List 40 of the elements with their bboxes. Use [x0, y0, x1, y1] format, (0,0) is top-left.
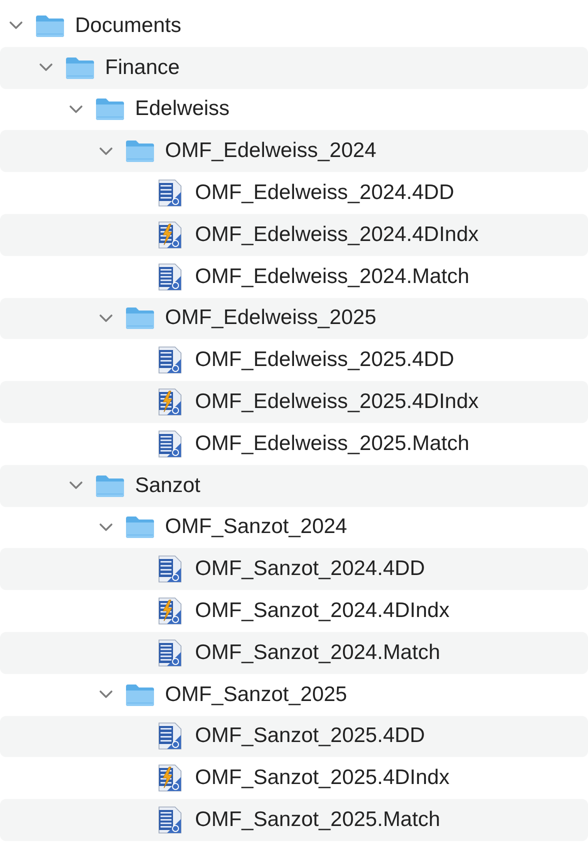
chevron-down-icon[interactable] [39, 63, 53, 72]
document-icon [157, 430, 183, 458]
folder-name[interactable]: OMF_Sanzot_2024 [165, 515, 348, 540]
folder-icon [125, 306, 155, 330]
chevron-down-icon[interactable] [99, 314, 113, 323]
file-name[interactable]: OMF_Sanzot_2025.4DIndx [195, 766, 450, 790]
folder-icon [125, 139, 155, 164]
folder-name[interactable]: Documents [75, 14, 182, 38]
document-icon [157, 597, 183, 626]
chevron-down-icon[interactable] [99, 690, 113, 700]
file-name[interactable]: OMF_Edelweiss_2024.Match [195, 264, 470, 289]
chevron-down-icon[interactable] [69, 481, 83, 490]
file-name[interactable]: OMF_Edelweiss_2025.4DD [195, 348, 454, 372]
chevron-down-icon[interactable] [99, 146, 113, 156]
file-name[interactable]: OMF_Sanzot_2024.4DIndx [195, 599, 450, 624]
chevron-down-icon[interactable] [9, 21, 23, 30]
folder-icon [65, 56, 95, 80]
folder-icon [95, 97, 125, 122]
folder-name[interactable]: Finance [105, 56, 180, 80]
file-name[interactable]: OMF_Edelweiss_2025.Match [195, 432, 470, 456]
folder-icon [125, 682, 155, 707]
chevron-down-icon[interactable] [99, 522, 113, 532]
folder-icon [125, 515, 155, 540]
folder-icon [35, 14, 65, 38]
folder-name[interactable]: OMF_Sanzot_2025 [165, 682, 348, 707]
file-name[interactable]: OMF_Edelweiss_2024.4DD [195, 181, 454, 206]
document-icon [157, 764, 183, 792]
document-icon [157, 806, 183, 834]
document-icon [157, 346, 183, 374]
chevron-down-icon[interactable] [69, 104, 83, 114]
document-icon [157, 220, 183, 249]
document-icon [157, 555, 183, 584]
document-icon [157, 179, 183, 208]
document-icon [157, 722, 183, 750]
folder-icon [95, 474, 125, 498]
document-icon [157, 638, 183, 667]
folder-name[interactable]: Edelweiss [135, 97, 230, 122]
document-icon [157, 262, 183, 291]
document-icon [157, 388, 183, 416]
folder-name[interactable]: Sanzot [135, 474, 200, 498]
